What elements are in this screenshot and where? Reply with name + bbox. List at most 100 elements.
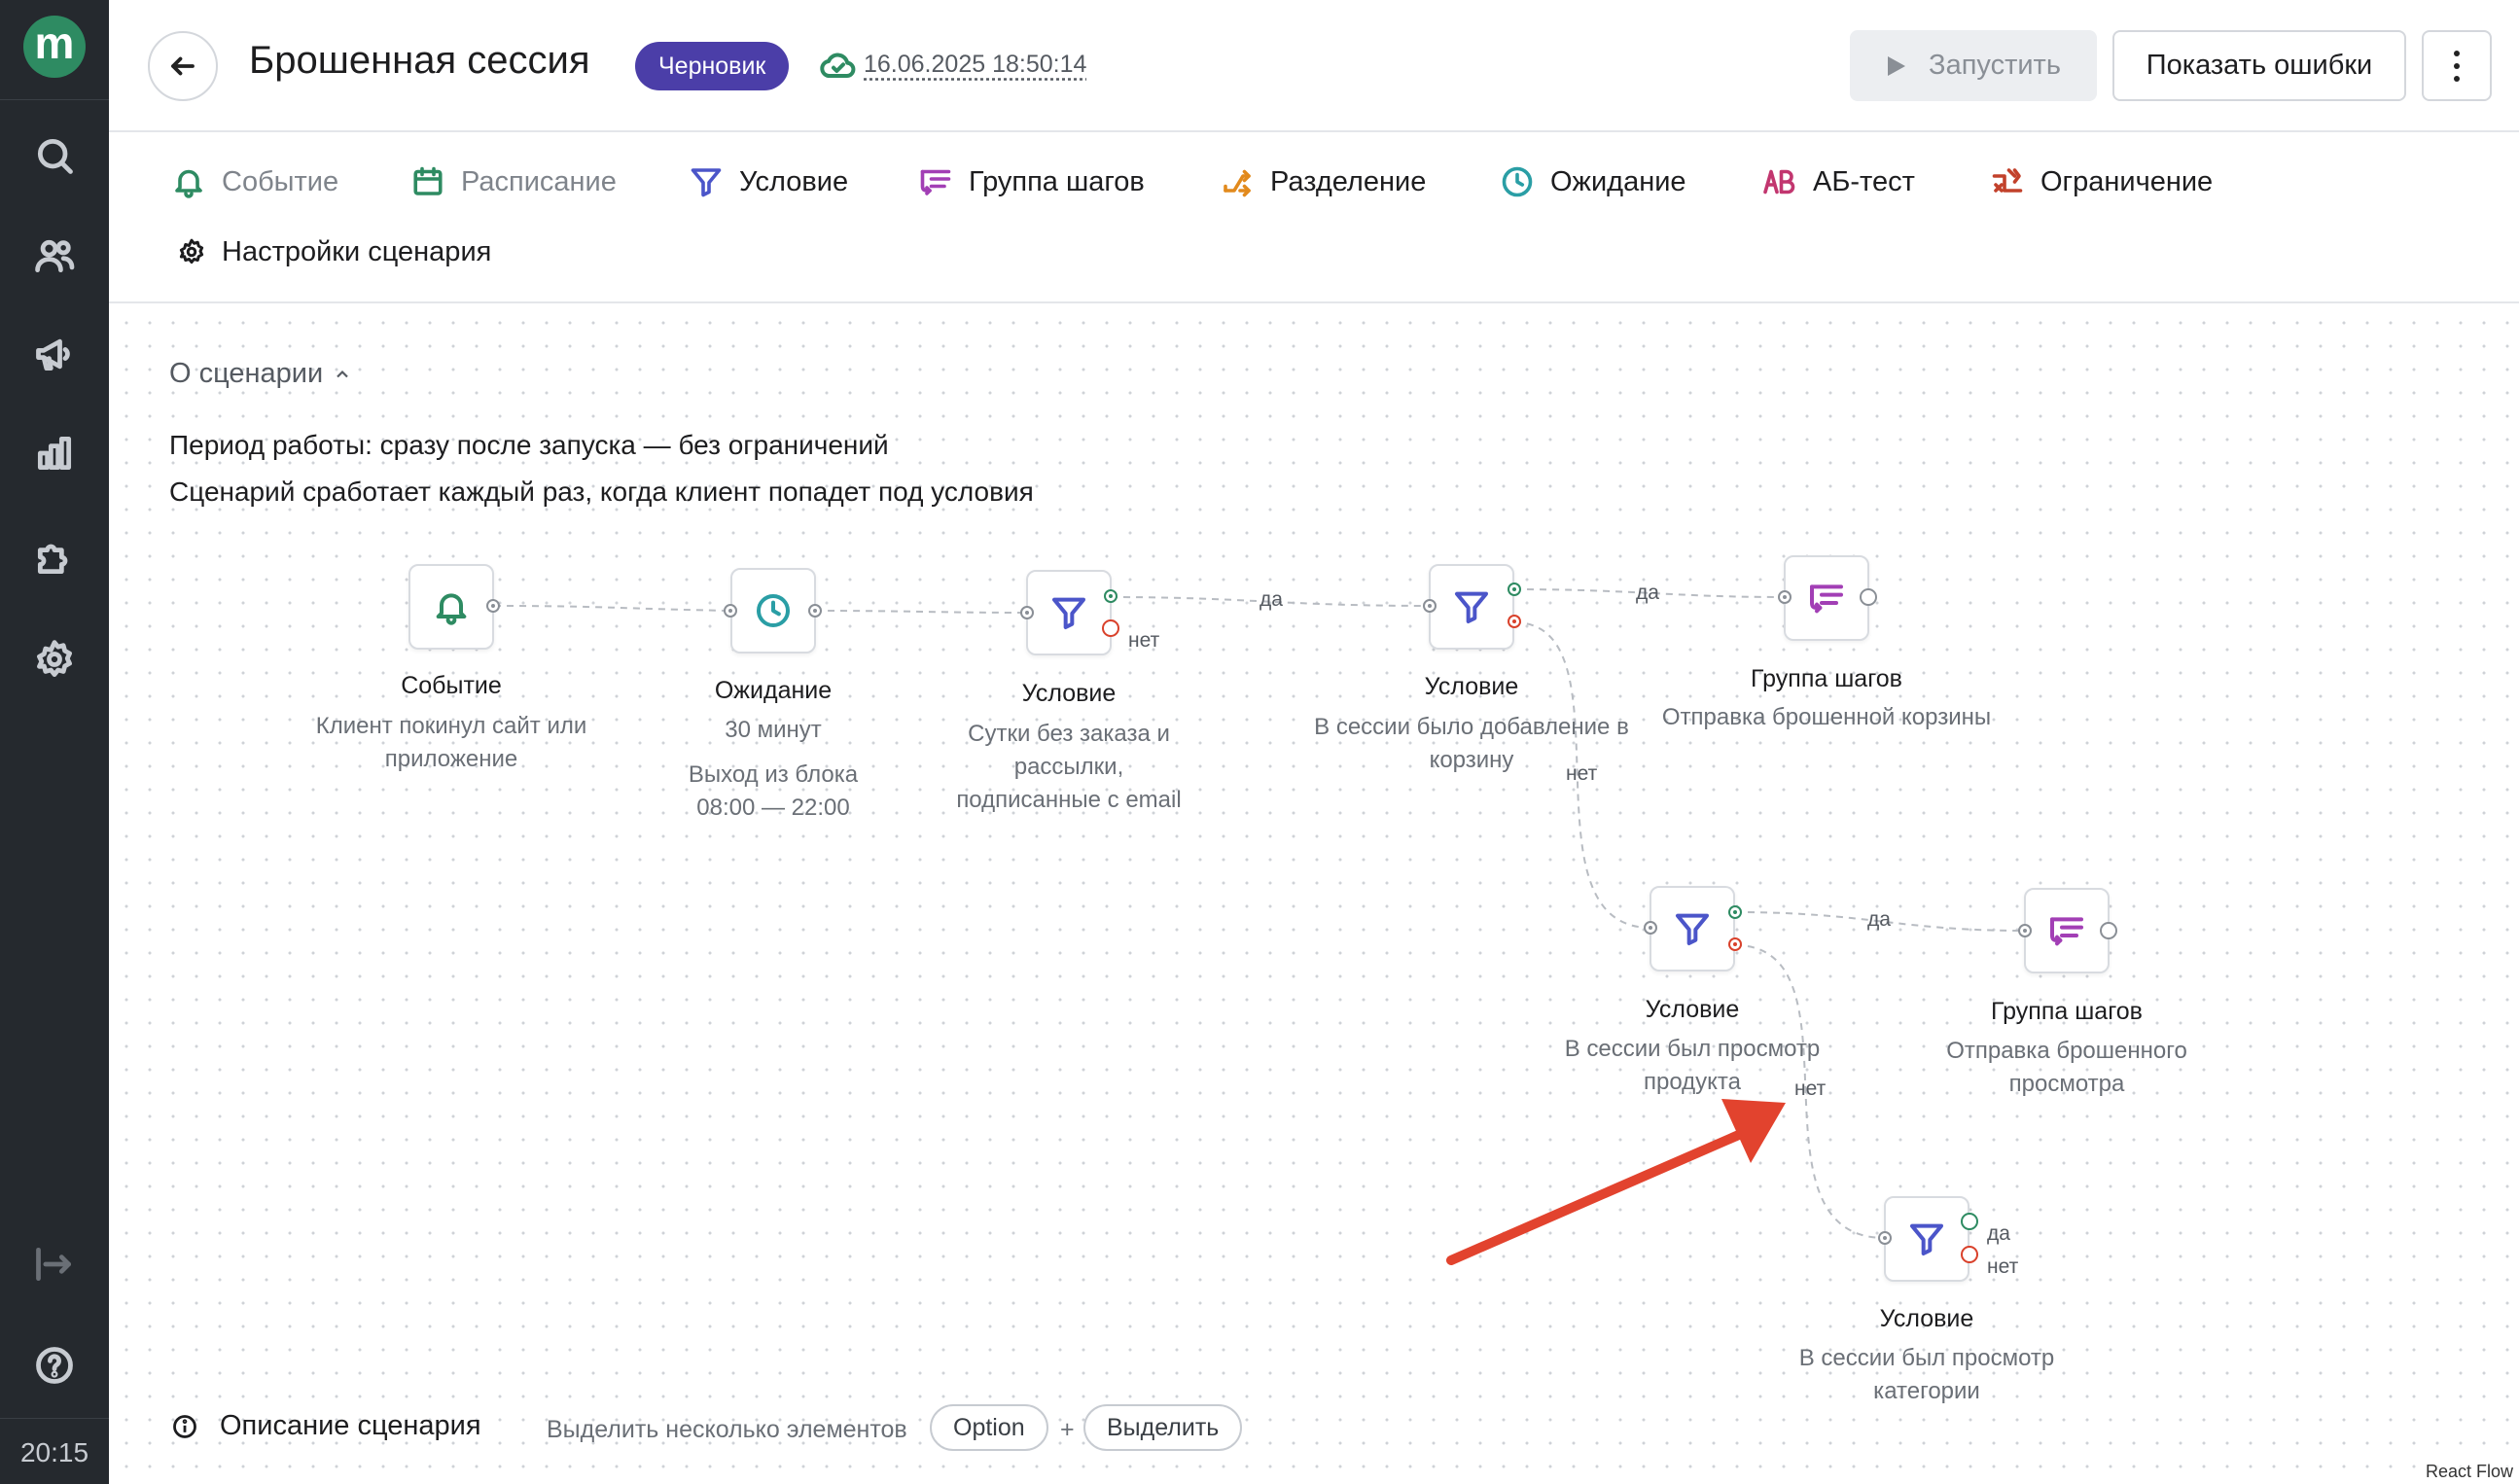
users-icon[interactable] xyxy=(29,230,80,281)
edge-label-no: нет xyxy=(1987,1255,2019,1278)
ab-icon xyxy=(1763,169,1795,194)
split-icon xyxy=(1224,169,1251,197)
filter-icon xyxy=(691,168,722,197)
tool-label: Разделение xyxy=(1270,165,1427,197)
more-menu-button[interactable] xyxy=(2422,30,2492,101)
arrow-left-icon xyxy=(171,56,195,76)
node-input-handle[interactable] xyxy=(1878,1231,1892,1245)
node-title: Условие xyxy=(1645,996,1740,1023)
megaphone-icon[interactable] xyxy=(29,329,80,379)
node-input-handle[interactable] xyxy=(1778,590,1792,604)
node-output-yes-handle[interactable] xyxy=(1728,905,1742,919)
info-icon xyxy=(173,1414,196,1438)
clock-icon xyxy=(1502,166,1533,197)
period-text: Период работы: сразу после запуска — без… xyxy=(169,430,889,460)
node-output-yes-handle[interactable] xyxy=(1104,589,1118,603)
back-button[interactable] xyxy=(148,31,218,101)
scenario-description-button[interactable]: Описание сценария xyxy=(171,1410,481,1442)
kbd-plus: + xyxy=(1060,1416,1075,1443)
node-output-handle[interactable] xyxy=(2100,922,2117,939)
calendar-icon xyxy=(413,166,443,195)
help-icon[interactable] xyxy=(29,1340,80,1391)
saved-timestamp[interactable]: 16.06.2025 18:50:14 xyxy=(864,51,1086,79)
tool-limit[interactable]: Ограничение xyxy=(1990,158,2213,206)
node-input-handle[interactable] xyxy=(1423,599,1437,613)
clock-time: 20:15 xyxy=(19,1437,89,1467)
node-output-no-handle[interactable] xyxy=(1102,619,1119,637)
node-input-handle[interactable] xyxy=(2018,924,2032,937)
play-icon xyxy=(1888,55,1906,76)
node-input-handle[interactable] xyxy=(1644,921,1657,935)
node-output-handle[interactable] xyxy=(1860,588,1877,606)
tool-label: Условие xyxy=(739,165,849,197)
block-toolbar: Событие Расписание Условие Группа шагов … xyxy=(109,134,2519,303)
tool-schedule[interactable]: Расписание xyxy=(410,158,617,206)
node-description: Отправка брошенного просмотра xyxy=(1946,1038,2187,1097)
kbd-option: Option xyxy=(930,1404,1048,1451)
node-input-handle[interactable] xyxy=(1020,606,1034,619)
node-description: Сутки без заказа и рассылки, подписанные… xyxy=(956,721,1182,813)
bell-icon xyxy=(175,169,202,198)
scenario-settings-button[interactable]: Настройки сценария xyxy=(177,228,491,276)
kbd-select: Выделить xyxy=(1083,1404,1243,1451)
node-output-yes-handle[interactable] xyxy=(1508,583,1521,596)
sidebar: m 20:15 xyxy=(0,0,109,1484)
node-output-no-handle[interactable] xyxy=(1728,937,1742,951)
run-button-label: Запустить xyxy=(1929,50,2061,81)
tool-label: Группа шагов xyxy=(969,165,1145,197)
tool-ab-test[interactable]: АБ-тест xyxy=(1762,158,1915,206)
bottom-bar: Описание сценария Выделить несколько эле… xyxy=(109,1391,2519,1468)
puzzle-icon[interactable] xyxy=(29,532,80,583)
edge-label-yes: да xyxy=(1636,582,1659,604)
node-description: В сессии было добавление в корзину xyxy=(1314,714,1629,773)
tool-step-group[interactable]: Группа шагов xyxy=(918,158,1145,206)
flow-node-condition-3[interactable] xyxy=(1650,886,1735,972)
flow-node-step-group-1[interactable] xyxy=(1784,555,1869,641)
tool-label: Ожидание xyxy=(1550,165,1686,197)
gear-icon[interactable] xyxy=(29,634,80,685)
logo[interactable]: m xyxy=(23,16,86,78)
filter-icon xyxy=(1676,913,1709,945)
bell-icon xyxy=(436,593,467,625)
node-output-no-handle[interactable] xyxy=(1508,615,1521,628)
about-label: О сценарии xyxy=(169,358,324,389)
node-title: Группа шагов xyxy=(1751,665,1902,692)
search-icon[interactable] xyxy=(29,130,80,181)
flow-node-step-group-2[interactable] xyxy=(2024,888,2110,973)
node-output-handle[interactable] xyxy=(486,599,500,613)
react-flow-attribution[interactable]: React Flow xyxy=(2419,1460,2519,1484)
sidebar-divider xyxy=(0,99,109,100)
node-title: Группа шагов xyxy=(1991,998,2143,1025)
about-scenario-toggle[interactable]: О сценарии xyxy=(169,358,352,390)
run-button[interactable]: Запустить xyxy=(1850,30,2097,101)
flow-node-condition-2[interactable] xyxy=(1429,564,1514,650)
tool-split[interactable]: Разделение xyxy=(1220,158,1426,206)
analytics-icon[interactable] xyxy=(29,428,80,478)
show-errors-button[interactable]: Показать ошибки xyxy=(2112,30,2406,101)
filter-icon xyxy=(1052,597,1085,629)
cloud-check-icon xyxy=(819,47,858,86)
tool-label: Расписание xyxy=(461,165,617,197)
node-input-handle[interactable] xyxy=(724,604,737,618)
step-group-icon xyxy=(1810,584,1843,614)
tool-condition[interactable]: Условие xyxy=(689,158,848,206)
flow-node-condition-1[interactable] xyxy=(1026,570,1112,655)
node-description: Отправка брошенной корзины xyxy=(1661,704,1992,730)
node-title: Условие xyxy=(1424,673,1519,700)
edge-label-no: нет xyxy=(1566,762,1598,785)
node-output-no-handle[interactable] xyxy=(1961,1246,1978,1263)
page-title: Брошенная сессия xyxy=(249,39,590,82)
collapse-icon[interactable] xyxy=(29,1239,80,1290)
flow-node-condition-4[interactable] xyxy=(1884,1196,1969,1282)
flow-node-wait[interactable] xyxy=(730,568,816,654)
node-title: Условие xyxy=(1021,680,1117,707)
node-description: В сессии был просмотр продукта xyxy=(1564,1036,1821,1095)
tool-event[interactable]: Событие xyxy=(171,158,338,206)
header: Брошенная сессия Черновик 16.06.2025 18:… xyxy=(109,0,2519,132)
tool-label: АБ-тест xyxy=(1813,165,1915,197)
flow-node-event[interactable] xyxy=(408,564,494,650)
tool-wait[interactable]: Ожидание xyxy=(1500,158,1686,206)
node-output-yes-handle[interactable] xyxy=(1961,1213,1978,1230)
node-output-handle[interactable] xyxy=(808,604,822,618)
more-vertical-icon xyxy=(2454,50,2460,82)
